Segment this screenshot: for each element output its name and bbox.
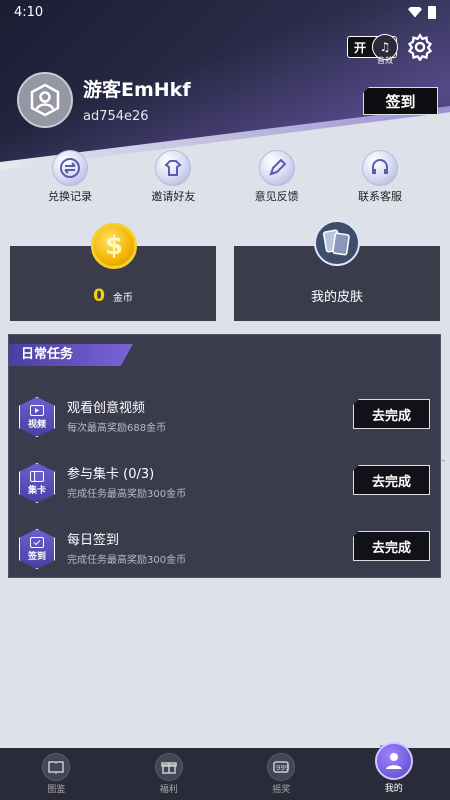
exchange-record-label: 兑换记录 xyxy=(48,190,92,203)
task-row: 签到 每日签到 完成任务最高奖励300金币 去完成 xyxy=(9,527,440,579)
user-id: ad754e26 xyxy=(83,109,149,124)
calendar-badge-icon: 签到 xyxy=(19,529,55,569)
skin-label: 我的皮肤 xyxy=(310,290,363,305)
card-collect-badge-icon: 集卡 xyxy=(19,463,55,503)
skin-icon xyxy=(314,220,360,266)
sound-toggle-state: 开 xyxy=(354,40,367,55)
task-row: 视频 观看创意视频 每次最高奖励688金币 去完成 xyxy=(9,395,440,447)
feedback-button[interactable]: 意见反馈 xyxy=(237,150,317,205)
video-badge-icon: 视频 xyxy=(19,397,55,437)
book-icon xyxy=(42,753,71,781)
signin-button[interactable]: 签到 xyxy=(363,87,438,115)
task-badge-label: 集卡 xyxy=(27,485,46,496)
username: 游客EmHkf xyxy=(83,79,191,101)
customer-service-button[interactable]: 联系客服 xyxy=(340,150,420,205)
invite-friends-label: 邀请好友 xyxy=(151,190,196,203)
quick-actions: 兑换记录 邀请好友 意见反馈 联系客服 xyxy=(30,150,420,205)
battery-icon xyxy=(428,5,436,19)
customer-service-label: 联系客服 xyxy=(357,190,402,203)
lottery-icon: 999 xyxy=(267,753,296,781)
daily-tasks-panel: 日常任务 视频 观看创意视频 每次最高奖励688金币 去完成 集卡 参与集卡 (… xyxy=(8,334,441,578)
avatar[interactable] xyxy=(17,72,73,128)
task-desc: 每次最高奖励688金币 xyxy=(67,423,167,434)
task-complete-button[interactable]: 去完成 xyxy=(353,531,430,561)
gear-icon[interactable] xyxy=(406,33,434,61)
invite-friends-button[interactable]: 邀请好友 xyxy=(133,150,213,205)
task-title: 每日签到 xyxy=(67,533,120,548)
nav-label: 我的 xyxy=(384,784,403,794)
tab-collection[interactable]: 图鉴 xyxy=(0,748,113,800)
gift-shirt-icon xyxy=(155,150,192,186)
tab-welfare[interactable]: 福利 xyxy=(113,748,226,800)
task-row: 集卡 参与集卡 (0/3) 完成任务最高奖励300金币 去完成 xyxy=(9,461,440,513)
status-bar: 4:10 xyxy=(0,0,450,24)
nav-label: 摇奖 xyxy=(272,785,291,795)
edge-mark: - xyxy=(442,456,445,465)
sound-toggle-label: 音效 xyxy=(377,56,393,65)
coin-icon: $ xyxy=(91,223,137,269)
wifi-icon xyxy=(408,6,422,18)
task-badge-label: 签到 xyxy=(27,552,46,562)
task-complete-button[interactable]: 去完成 xyxy=(353,399,430,429)
task-title: 参与集卡 (0/3) xyxy=(67,467,155,482)
task-complete-button[interactable]: 去完成 xyxy=(353,465,430,495)
task-badge-label: 视频 xyxy=(27,419,46,430)
daily-tasks-title: 日常任务 xyxy=(9,344,133,366)
feedback-label: 意见反馈 xyxy=(254,190,299,203)
task-desc: 完成任务最高奖励300金币 xyxy=(67,555,187,566)
exchange-record-button[interactable]: 兑换记录 xyxy=(30,150,110,205)
pencil-icon xyxy=(258,150,295,186)
nav-label: 福利 xyxy=(159,785,178,795)
task-title: 观看创意视频 xyxy=(67,401,146,416)
coin-unit: 金币 xyxy=(112,293,133,304)
nav-label: 图鉴 xyxy=(47,785,66,795)
tab-mine[interactable]: 我的 xyxy=(338,742,450,800)
bottom-nav: 图鉴 福利 999 摇奖 我的 xyxy=(0,742,450,800)
profile-icon xyxy=(374,742,413,780)
sound-toggle[interactable]: 开 ♫ 音效 xyxy=(347,34,398,65)
headset-icon xyxy=(361,150,398,186)
user-avatar-icon xyxy=(30,83,60,117)
status-icons xyxy=(408,5,436,19)
exchange-icon xyxy=(52,150,88,186)
tab-lottery[interactable]: 999 摇奖 xyxy=(225,748,338,800)
svg-text:999: 999 xyxy=(276,764,289,772)
status-time: 4:10 xyxy=(14,4,44,20)
coin-value: 0 xyxy=(93,285,105,306)
task-desc: 完成任务最高奖励300金币 xyxy=(67,489,187,500)
gift-icon xyxy=(154,753,183,781)
